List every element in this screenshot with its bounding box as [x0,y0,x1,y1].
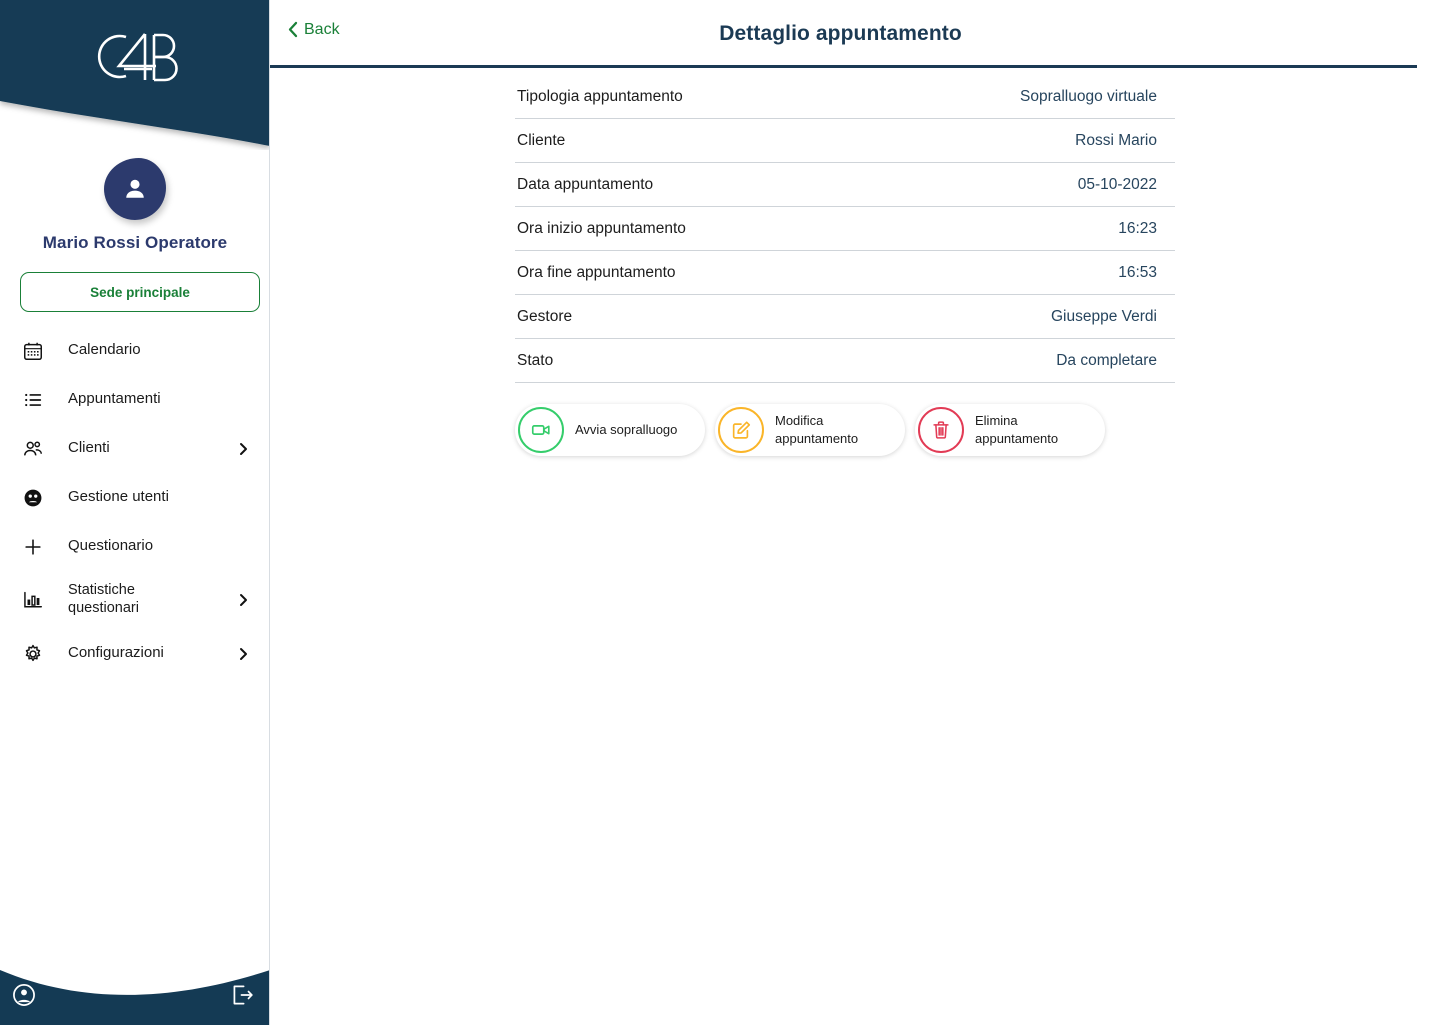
sidebar-item-configurazioni[interactable]: Configurazioni [0,629,269,678]
table-row: Tipologia appuntamento Sopralluogo virtu… [515,75,1175,119]
start-inspection-button[interactable]: Avvia sopralluogo [515,404,705,456]
detail-panel: Tipologia appuntamento Sopralluogo virtu… [270,68,1441,456]
gear-icon [22,643,52,665]
chevron-left-icon [286,20,300,39]
list-icon [22,389,52,411]
action-label: Elimina appuntamento [975,413,1059,446]
trash-icon [918,407,964,453]
detail-label: Stato [517,351,554,369]
table-row: Ora fine appuntamento 16:53 [515,251,1175,295]
sidebar-footer [0,930,269,1025]
logout-icon[interactable] [228,981,256,1009]
detail-value: 16:53 [1118,263,1157,281]
action-label: Avvia sopralluogo [575,422,678,438]
detail-label: Cliente [517,131,566,149]
sidebar-item-gestione-utenti[interactable]: Gestione utenti [0,473,269,522]
action-label: Modifica appuntamento [775,413,859,446]
sidebar-item-calendario[interactable]: Calendario [0,326,269,375]
detail-label: Tipologia appuntamento [517,87,683,105]
person-icon [104,158,166,220]
back-button-label: Back [304,20,340,38]
sidebar: Mario Rossi Operatore Sede principale Ca… [0,0,270,1025]
calendar-icon [22,340,52,362]
appointment-detail-table: Tipologia appuntamento Sopralluogo virtu… [515,75,1175,383]
sidebar-item-label: Statistiche questionari [68,582,139,616]
main-content: Back Dettaglio appuntamento Tipologia ap… [270,0,1441,1025]
user-admin-icon [22,487,52,509]
app-root: Mario Rossi Operatore Sede principale Ca… [0,0,1441,1025]
sidebar-nav: Calendario Appuntamenti Clienti Gestione… [0,326,269,678]
detail-label: Ora inizio appuntamento [517,219,686,237]
table-row: Cliente Rossi Mario [515,119,1175,163]
page-title: Dettaglio appuntamento [719,22,962,45]
edit-square-icon [718,407,764,453]
table-row: Data appuntamento 05-10-2022 [515,163,1175,207]
chevron-right-icon [236,646,250,662]
avatar [0,158,269,225]
top-bar: Back Dettaglio appuntamento [270,0,1441,68]
delete-appointment-button[interactable]: Elimina appuntamento [915,404,1105,456]
detail-value: Giuseppe Verdi [1051,307,1157,325]
action-buttons: Avvia sopralluogo Modifica appuntamento [515,404,1441,456]
table-row: Ora inizio appuntamento 16:23 [515,207,1175,251]
sidebar-item-label: Clienti [68,439,110,457]
sidebar-item-label: Calendario [68,341,141,359]
edit-appointment-button[interactable]: Modifica appuntamento [715,404,905,456]
sidebar-item-statistiche-questionari[interactable]: Statistiche questionari [0,571,269,629]
chevron-right-icon [236,592,250,608]
people-icon [22,438,52,460]
sidebar-item-questionario[interactable]: Questionario [0,522,269,571]
detail-label: Data appuntamento [517,175,654,193]
bar-chart-icon [22,589,52,611]
plus-icon [22,536,52,558]
back-button[interactable]: Back [286,20,340,39]
detail-value: 16:23 [1118,219,1157,237]
detail-value: Rossi Mario [1075,131,1157,149]
sidebar-item-label: Appuntamenti [68,390,161,408]
chevron-right-icon [236,441,250,457]
sidebar-item-label: Configurazioni [68,644,164,662]
detail-value: 05-10-2022 [1077,175,1157,193]
table-row: Gestore Giuseppe Verdi [515,295,1175,339]
sidebar-item-label: Questionario [68,537,154,555]
detail-label: Gestore [517,307,573,325]
sede-button[interactable]: Sede principale [20,272,260,312]
detail-value: Da completare [1056,351,1157,369]
sidebar-item-label: Gestione utenti [68,488,169,506]
video-camera-icon [518,407,564,453]
account-circle-icon[interactable] [10,981,38,1009]
sidebar-item-appuntamenti[interactable]: Appuntamenti [0,375,269,424]
detail-label: Ora fine appuntamento [517,263,676,281]
user-name: Mario Rossi Operatore [42,233,228,252]
detail-value: Sopralluogo virtuale [1019,87,1157,105]
sidebar-header-banner [0,0,269,150]
sidebar-item-clienti[interactable]: Clienti [0,424,269,473]
table-row: Stato Da completare [515,339,1175,383]
